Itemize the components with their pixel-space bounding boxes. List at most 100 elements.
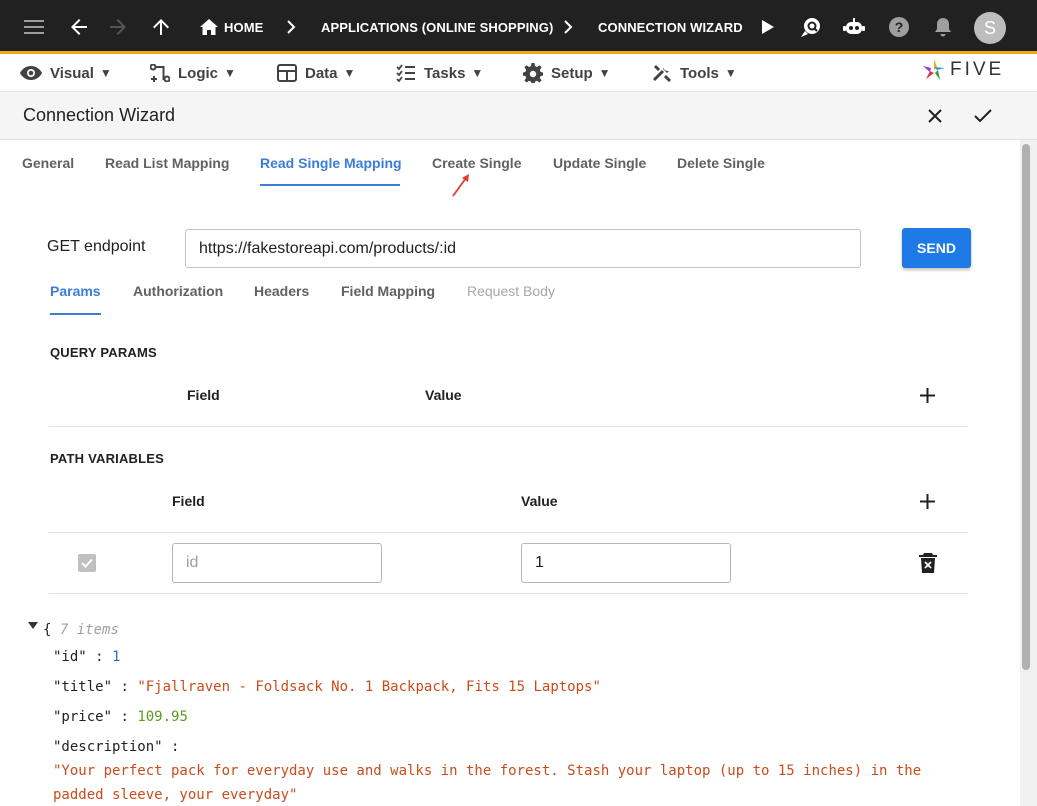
delete-row-icon[interactable] — [918, 552, 938, 574]
subtab-params[interactable]: Params — [50, 276, 101, 306]
tab-read-single-mapping[interactable]: Read Single Mapping — [260, 140, 402, 186]
query-params-title: QUERY PARAMS — [50, 345, 157, 360]
menu-data[interactable]: Data ▼ — [277, 57, 355, 89]
play-icon[interactable] — [758, 0, 778, 54]
json-open-brace: { — [43, 622, 52, 638]
menu-setup-label: Setup — [551, 64, 593, 82]
tab-create-single[interactable]: Create Single — [432, 140, 521, 186]
tab-delete-single[interactable]: Delete Single — [677, 140, 765, 186]
json-root: { 7 items — [43, 622, 119, 638]
menu-tools[interactable]: Tools ▼ — [652, 57, 737, 89]
add-query-param-icon[interactable] — [920, 388, 935, 403]
chevron-right-icon — [282, 0, 300, 54]
up-arrow-icon[interactable] — [148, 0, 174, 54]
tasks-icon — [396, 64, 415, 82]
json-key: "description" — [53, 739, 163, 755]
caret-down-icon: ▼ — [99, 66, 112, 80]
five-logo-mark — [923, 59, 945, 80]
json-key: "id" — [53, 649, 87, 665]
json-value: "Your perfect pack for everyday use and … — [53, 763, 922, 779]
avatar[interactable]: S — [974, 12, 1006, 44]
subtab-headers[interactable]: Headers — [254, 276, 309, 306]
endpoint-url-input[interactable] — [185, 229, 861, 268]
logic-icon — [150, 64, 170, 82]
scrollbar-thumb[interactable] — [1022, 144, 1030, 670]
json-separator: : — [86, 649, 113, 665]
menu-logic-label: Logic — [178, 64, 218, 82]
robot-icon[interactable] — [840, 0, 868, 54]
menu-bar: Visual ▼ Logic ▼ Data ▼ Tasks ▼ Setup ▼ Tools… — [0, 57, 1037, 91]
query-value-header: Value — [425, 387, 462, 403]
subtab-authorization[interactable]: Authorization — [133, 276, 223, 306]
page-title: Connection Wizard — [23, 105, 176, 125]
five-logo: FIVE — [922, 58, 1004, 82]
active-tab-indicator — [260, 184, 400, 186]
json-item-count: 7 items — [59, 622, 119, 638]
subtab-field-mapping[interactable]: Field Mapping — [341, 276, 435, 306]
row-select-checkbox[interactable] — [78, 554, 96, 572]
tab-update-single[interactable]: Update Single — [553, 140, 646, 186]
json-value: 109.95 — [137, 709, 188, 725]
tab-general[interactable]: General — [22, 140, 74, 186]
json-description-line1: "Your perfect pack for everyday use and … — [53, 763, 921, 779]
svg-text:?: ? — [895, 19, 904, 35]
top-bar: HOME APPLICATIONS (ONLINE SHOPPING) CONN… — [0, 0, 1037, 54]
forward-arrow-icon[interactable] — [105, 0, 131, 54]
path-field-header: Field — [172, 493, 205, 509]
json-entry-title: "title" : "Fjallraven - Foldsack No. 1 B… — [53, 679, 601, 695]
menu-visual[interactable]: Visual ▼ — [20, 57, 112, 89]
caret-down-icon: ▼ — [598, 66, 611, 80]
send-button[interactable]: SEND — [902, 228, 971, 268]
json-entry-id: "id" : 1 — [53, 649, 120, 665]
json-separator: : — [112, 679, 138, 695]
check-icon[interactable] — [968, 92, 998, 139]
path-value-header: Value — [521, 493, 558, 509]
json-entry-description: "description" : — [53, 739, 179, 755]
json-value: 1 — [112, 649, 121, 665]
menu-logic[interactable]: Logic ▼ — [150, 57, 236, 89]
caret-down-icon: ▼ — [471, 66, 484, 80]
help-icon[interactable]: ? — [886, 0, 912, 54]
back-arrow-icon[interactable] — [66, 0, 92, 54]
gear-icon — [523, 63, 543, 83]
query-field-header: Field — [187, 387, 220, 403]
path-variables-header-divider — [49, 532, 968, 533]
json-description-line2: padded sleeve, your everyday" — [53, 787, 297, 803]
path-variable-field-input[interactable] — [172, 543, 382, 583]
path-variable-value-input[interactable] — [521, 543, 731, 583]
menu-visual-label: Visual — [50, 64, 94, 82]
annotation-arrow-icon — [452, 174, 469, 197]
close-icon[interactable] — [920, 92, 950, 139]
eye-icon — [20, 66, 42, 80]
json-value: padded sleeve, your everyday" — [53, 787, 298, 803]
five-logo-text: FIVE — [950, 59, 1005, 80]
menu-tasks[interactable]: Tasks ▼ — [396, 57, 483, 89]
query-params-divider — [49, 426, 968, 427]
active-subtab-indicator — [50, 313, 101, 315]
home-icon[interactable] — [198, 0, 220, 54]
tab-read-list-mapping[interactable]: Read List Mapping — [105, 140, 229, 186]
path-variables-title: PATH VARIABLES — [50, 451, 165, 466]
menu-setup[interactable]: Setup ▼ — [523, 57, 611, 89]
menu-icon[interactable] — [20, 0, 48, 54]
json-key: "price" — [53, 709, 113, 725]
tools-icon — [652, 64, 672, 83]
caret-down-icon: ▼ — [224, 66, 236, 80]
breadcrumb-applications[interactable]: APPLICATIONS (ONLINE SHOPPING) — [321, 0, 553, 54]
bell-icon[interactable] — [931, 0, 955, 54]
form-header: Connection Wizard — [0, 91, 1037, 140]
breadcrumb-connection-wizard[interactable]: CONNECTION WIZARD — [598, 0, 743, 54]
json-entry-price: "price" : 109.95 — [53, 709, 188, 725]
menu-data-label: Data — [305, 64, 338, 82]
chevron-right-icon — [559, 0, 577, 54]
json-value: "Fjallraven - Foldsack No. 1 Backpack, F… — [137, 679, 601, 695]
table-icon — [277, 64, 297, 82]
menu-tasks-label: Tasks — [424, 64, 466, 82]
breadcrumb-home[interactable]: HOME — [224, 0, 263, 54]
menu-tools-label: Tools — [680, 64, 719, 82]
search-chat-icon[interactable] — [798, 0, 824, 54]
add-path-variable-icon[interactable] — [920, 494, 935, 509]
json-separator: : — [162, 739, 180, 755]
subtab-request-body: Request Body — [467, 283, 555, 299]
collapse-json-icon[interactable] — [28, 622, 38, 629]
